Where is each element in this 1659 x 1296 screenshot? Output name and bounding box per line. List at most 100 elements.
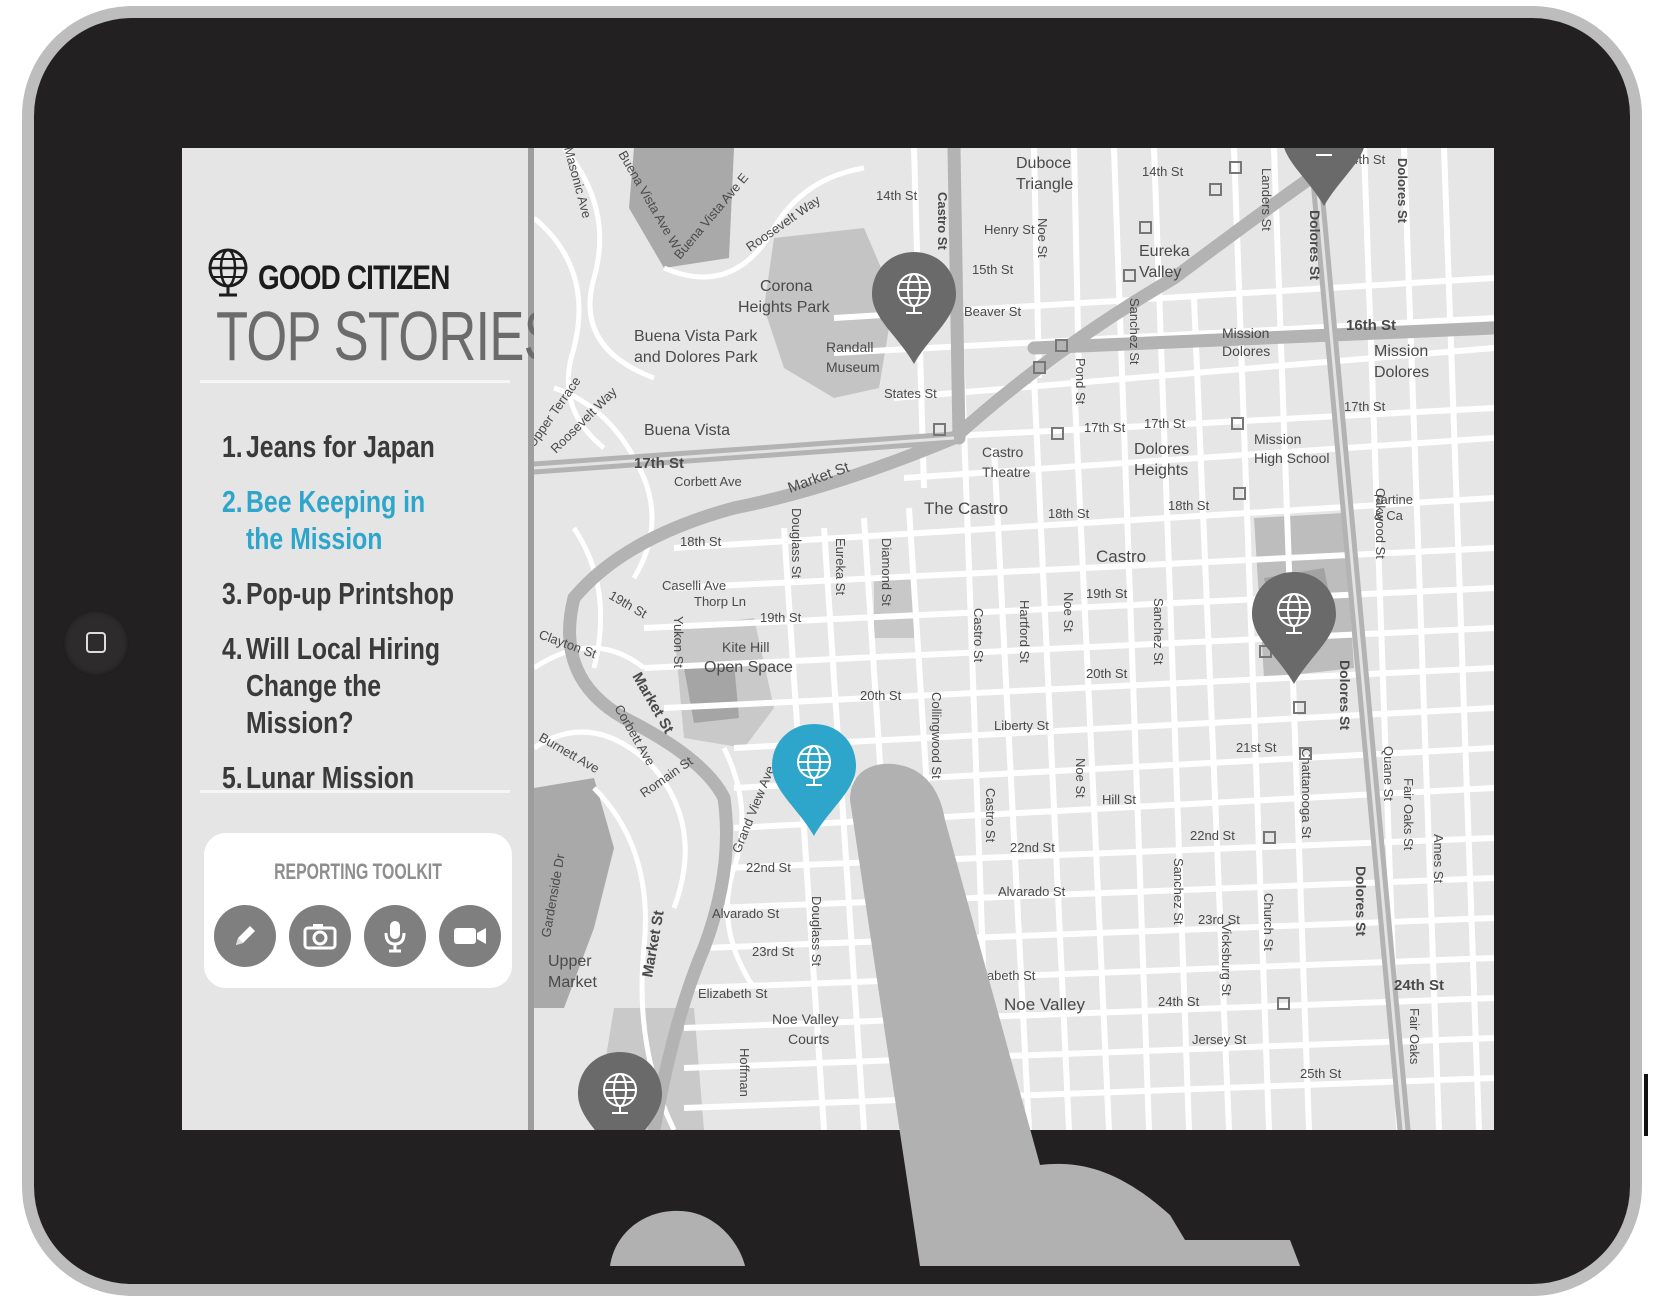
story-item-4[interactable]: 4. Will Local Hiring Change the Mission?	[222, 630, 518, 741]
street-label: Sanchez St	[1171, 858, 1186, 925]
story-item-2[interactable]: 2. Bee Keeping in the Mission	[222, 483, 518, 557]
street-label: 19th St	[760, 610, 802, 625]
street-label: Liberty St	[994, 718, 1049, 733]
map-label: Triangle	[1016, 176, 1073, 193]
street-label: 23rd St	[752, 944, 794, 959]
map-label: Mission	[1374, 343, 1428, 360]
story-pin[interactable]	[868, 248, 960, 366]
story-pin[interactable]	[1278, 148, 1370, 208]
divider	[200, 790, 510, 793]
sidebar: GOOD CITIZEN TOP STORIES 1. Jeans for Jap…	[182, 148, 559, 1130]
toolkit-title: REPORTING TOOLKIT	[274, 859, 442, 884]
street-label: Sanchez St	[1127, 298, 1142, 365]
map-label: Upper	[548, 953, 592, 970]
street-label: Alvarado St	[712, 906, 780, 921]
street-map: Duboce Triangle Eureka Valley Corona Hei…	[534, 148, 1494, 1130]
map-label: Noe Valley	[1004, 995, 1085, 1014]
story-number: 2.	[222, 484, 243, 519]
map-label: Castro	[1096, 547, 1146, 566]
street-label: Hoffman	[737, 1048, 752, 1097]
street-label: 17th St	[634, 455, 684, 472]
map-label: Dolores	[1222, 343, 1270, 359]
app-screen: GOOD CITIZEN TOP STORIES 1. Jeans for Jap…	[182, 148, 1494, 1130]
street-label: Noe St	[1073, 758, 1088, 798]
pencil-button[interactable]	[214, 905, 276, 967]
street-label: 22nd St	[1010, 840, 1055, 855]
street-label: 16th St	[1346, 317, 1396, 334]
microphone-button[interactable]	[364, 905, 426, 967]
street-label: 20th St	[1086, 666, 1128, 681]
street-label: Burnett Ave	[537, 730, 603, 776]
story-title: Jeans for Japan	[246, 429, 435, 464]
street-label: Pond St	[1073, 358, 1088, 405]
story-pin-selected[interactable]	[768, 720, 860, 838]
camera-icon	[303, 924, 337, 950]
home-button[interactable]	[63, 610, 129, 676]
map-label: Valley	[1139, 264, 1181, 281]
reporting-toolkit: REPORTING TOOLKIT	[204, 833, 512, 988]
story-pin[interactable]	[1248, 568, 1340, 686]
map-label: Dolores	[1134, 441, 1189, 458]
camera-button[interactable]	[289, 905, 351, 967]
story-item-3[interactable]: 3. Pop-up Printshop	[222, 575, 518, 612]
story-title: Pop-up Printshop	[246, 576, 455, 611]
home-square-icon	[86, 632, 106, 653]
street-label: Castro St	[935, 192, 950, 250]
street-label: Eureka St	[833, 538, 848, 595]
street-label: Chattanooga St	[1299, 748, 1314, 839]
map-label: Courts	[788, 1031, 829, 1047]
street-label: 18th St	[680, 534, 722, 549]
street-label: Jersey St	[1192, 1032, 1247, 1047]
street-label: Diamond St	[879, 538, 894, 606]
map-label: Heights	[1134, 462, 1188, 479]
story-title: Bee Keeping in the Mission	[246, 484, 426, 556]
street-label: 17th St	[1344, 399, 1386, 414]
street-label: Oakwood St	[1373, 488, 1388, 559]
street-label: 14th St	[876, 188, 918, 203]
story-list: 1. Jeans for Japan 2. Bee Keeping in the M…	[222, 428, 522, 814]
street-label: 14th St	[1142, 164, 1184, 179]
map-label: Open Space	[704, 659, 793, 676]
map-view[interactable]: Duboce Triangle Eureka Valley Corona Hei…	[534, 148, 1494, 1130]
street-label: Castro St	[971, 608, 986, 663]
street-label: Hartford St	[1017, 600, 1032, 663]
story-number: 3.	[222, 576, 243, 611]
map-label: Market	[548, 974, 597, 991]
side-button	[1644, 1074, 1648, 1136]
video-camera-icon	[454, 928, 486, 944]
map-label: Heights Park	[738, 299, 831, 316]
map-label: High School	[1254, 450, 1330, 466]
street-label: Hill St	[1102, 792, 1136, 807]
story-number: 1.	[222, 429, 243, 464]
street-label: Douglass St	[809, 896, 824, 966]
street-label: Fair Oaks St	[1401, 778, 1416, 851]
globe-icon	[208, 248, 248, 297]
street-label: Church St	[1261, 893, 1276, 951]
map-label: Noe Valley	[772, 1011, 839, 1027]
story-item-1[interactable]: 1. Jeans for Japan	[222, 428, 518, 465]
street-label: Fair Oaks	[1407, 1008, 1422, 1065]
street-label: Ames St	[1431, 834, 1446, 884]
video-camera-button[interactable]	[439, 905, 501, 967]
street-label: Elizabeth St	[698, 986, 768, 1001]
street-label: 22nd St	[1190, 828, 1235, 843]
story-number: 4.	[222, 631, 243, 666]
divider	[200, 380, 510, 383]
street-label: Dolores St	[1353, 866, 1369, 936]
story-pin[interactable]	[574, 1048, 666, 1130]
map-label: Buena Vista Park	[634, 328, 758, 345]
street-label: 24th St	[1158, 994, 1200, 1009]
street-label: Landers St	[1259, 168, 1274, 231]
street-label: Caselli Ave	[662, 578, 726, 593]
street-label: Alvarado St	[998, 884, 1066, 899]
street-label: 19th St	[607, 588, 651, 622]
map-label: Corona	[760, 278, 813, 295]
street-label: States St	[884, 386, 937, 401]
map-label: Dolores	[1374, 364, 1429, 381]
street-label: Dolores St	[1395, 158, 1410, 224]
street-label: 15th St	[972, 262, 1014, 277]
map-label: The Castro	[924, 499, 1008, 518]
map-label: Castro	[982, 444, 1023, 460]
street-label: 24th St	[1394, 977, 1444, 994]
map-label: Duboce	[1016, 155, 1071, 172]
